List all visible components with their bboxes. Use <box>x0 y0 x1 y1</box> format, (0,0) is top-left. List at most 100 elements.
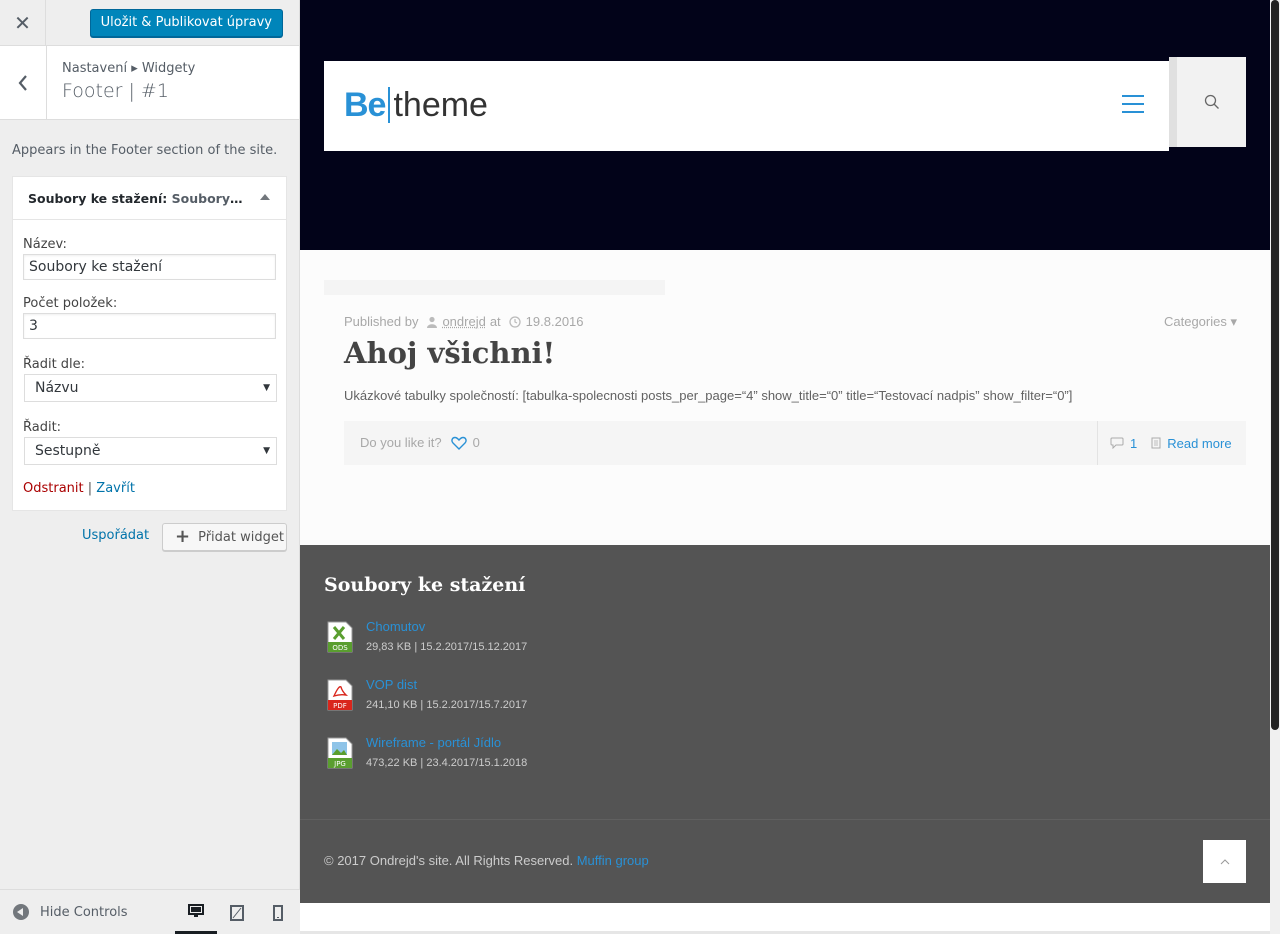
sort-by-select[interactable]: Názvu ▼ <box>24 374 277 402</box>
section-title: Footer | #1 <box>62 80 169 102</box>
chevron-up-icon <box>1220 858 1230 865</box>
post-area: Published by ondrejd at 19.8.2016 Catego… <box>300 250 1270 545</box>
collapse-arrow-icon <box>13 904 29 920</box>
download-link[interactable]: VOP dist <box>366 677 417 692</box>
download-item: ODS Chomutov 29,83 KB | 15.2.2017/15.12.… <box>326 619 726 659</box>
close-customizer-button[interactable]: ✕ <box>0 0 46 46</box>
copyright-text: © 2017 Ondrejd's site. All Rights Reserv… <box>324 853 573 868</box>
author-link[interactable]: ondrejd <box>442 314 485 329</box>
mobile-preview-button[interactable] <box>257 890 299 934</box>
download-link[interactable]: Wireframe - portál Jídlo <box>366 735 501 750</box>
placeholder-strip <box>324 280 665 295</box>
tablet-preview-button[interactable] <box>216 890 258 934</box>
chevron-left-icon <box>18 75 28 91</box>
svg-text:ODS: ODS <box>332 644 348 652</box>
customizer-header: ✕ Uložit & Publikovat úpravy <box>0 0 299 46</box>
download-item: JPG Wireframe - portál Jídlo 473,22 KB |… <box>326 735 726 775</box>
document-icon <box>1151 437 1161 449</box>
post-excerpt: Ukázkové tabulky společností: [tabulka-s… <box>344 388 1072 403</box>
tablet-icon <box>230 905 244 921</box>
bottom-strip <box>300 903 1270 934</box>
clock-icon <box>509 316 521 328</box>
sort-by-value: Názvu <box>35 380 79 396</box>
name-field[interactable] <box>23 254 276 280</box>
back-button[interactable] <box>0 46 47 119</box>
post-title[interactable]: Ahoj všichni! <box>344 336 555 370</box>
user-icon <box>426 316 438 328</box>
dropdown-caret-icon: ▼ <box>263 375 270 401</box>
categories-dropdown[interactable]: Categories ▾ <box>1164 314 1237 330</box>
muffin-group-link[interactable]: Muffin group <box>577 853 649 868</box>
actions-separator: | <box>88 481 92 496</box>
download-link[interactable]: Chomutov <box>366 619 425 634</box>
download-meta: 473,22 KB | 23.4.2017/15.1.2018 <box>366 757 527 769</box>
logo-theme: theme <box>393 85 488 125</box>
post-links: 1 Read more <box>1097 421 1246 465</box>
customizer-footer: Hide Controls <box>0 889 300 934</box>
jpg-file-icon: JPG <box>326 737 354 769</box>
add-widget-label: Přidat widget <box>198 530 284 545</box>
comment-count-link[interactable]: 1 <box>1130 436 1137 451</box>
header-hero: Be theme <box>300 0 1270 250</box>
published-by-label: Published by <box>344 314 418 329</box>
download-item: PDF VOP dist 241,10 KB | 15.2.2017/15.7.… <box>326 677 726 717</box>
like-box: Do you like it? 0 <box>360 435 480 450</box>
scrollbar-thumb[interactable] <box>1271 0 1279 730</box>
logo-be: Be <box>344 85 385 125</box>
site-footer: Soubory ke stažení ODS Chomutov 29,83 KB… <box>300 545 1270 903</box>
hide-controls-button[interactable]: Hide Controls <box>13 904 128 920</box>
ods-file-icon: ODS <box>326 621 354 653</box>
count-label: Počet položek: <box>23 296 117 311</box>
name-label: Název: <box>23 237 67 252</box>
download-meta: 241,10 KB | 15.2.2017/15.7.2017 <box>366 699 527 711</box>
widget-title-sub: Soubory ke stažení <box>172 191 243 206</box>
remove-widget-link[interactable]: Odstranit <box>23 481 84 496</box>
post-footer: Do you like it? 0 1 Read more <box>344 421 1246 465</box>
collapse-arrow-icon[interactable] <box>260 194 270 200</box>
section-description: Appears in the Footer section of the sit… <box>12 143 277 158</box>
post-date: 19.8.2016 <box>526 314 584 329</box>
count-field[interactable] <box>23 313 276 339</box>
copyright: © 2017 Ondrejd's site. All Rights Reserv… <box>324 853 649 868</box>
hamburger-menu-icon[interactable] <box>1122 95 1144 119</box>
widget-panel: Soubory ke stažení: Soubory ke stažení N… <box>12 176 287 511</box>
dropdown-caret-icon: ▼ <box>263 438 270 464</box>
widget-header[interactable]: Soubory ke stažení: Soubory ke stažení <box>13 177 286 220</box>
heart-icon[interactable] <box>451 436 467 450</box>
hide-controls-label: Hide Controls <box>40 905 128 920</box>
preview-scrollbar[interactable] <box>1270 0 1280 934</box>
add-widget-button[interactable]: + Přidat widget <box>162 523 287 551</box>
widget-title: Soubory ke stažení: Soubory ke stažení <box>28 191 243 206</box>
widget-title-bold: Soubory ke stažení <box>28 191 162 206</box>
footer-divider <box>300 819 1270 820</box>
logo-divider <box>388 87 390 123</box>
publish-button[interactable]: Uložit & Publikovat úpravy <box>90 9 283 37</box>
back-to-top-button[interactable] <box>1203 840 1246 883</box>
plus-icon: + <box>175 528 190 546</box>
pdf-file-icon: PDF <box>326 679 354 711</box>
widget-actions: Odstranit | Zavřít <box>23 481 135 496</box>
desktop-icon <box>188 904 204 918</box>
download-meta: 29,83 KB | 15.2.2017/15.12.2017 <box>366 641 527 653</box>
mobile-icon <box>273 905 283 921</box>
svg-text:JPG: JPG <box>333 760 346 768</box>
svg-text:PDF: PDF <box>333 702 347 710</box>
desktop-preview-button[interactable] <box>175 890 217 934</box>
site-header: Be theme <box>324 61 1169 151</box>
breadcrumb: Nastavení ▸ Widgety <box>62 61 195 76</box>
search-icon <box>1204 94 1220 110</box>
like-count: 0 <box>473 435 480 450</box>
read-more-link[interactable]: Read more <box>1167 436 1231 451</box>
close-widget-link[interactable]: Zavřít <box>96 481 135 496</box>
order-value: Sestupně <box>35 443 101 459</box>
search-button[interactable] <box>1169 57 1246 147</box>
order-select[interactable]: Sestupně ▼ <box>24 437 277 465</box>
footer-widget-title: Soubory ke stažení <box>324 574 525 596</box>
post-meta: Published by ondrejd at 19.8.2016 <box>344 314 584 329</box>
site-logo[interactable]: Be theme <box>344 85 488 125</box>
like-prompt: Do you like it? <box>360 435 442 450</box>
reorder-link[interactable]: Uspořádat <box>82 528 149 543</box>
comment-icon <box>1110 437 1124 449</box>
section-header: Nastavení ▸ Widgety Footer | #1 <box>0 46 299 120</box>
order-label: Řadit: <box>23 420 61 435</box>
